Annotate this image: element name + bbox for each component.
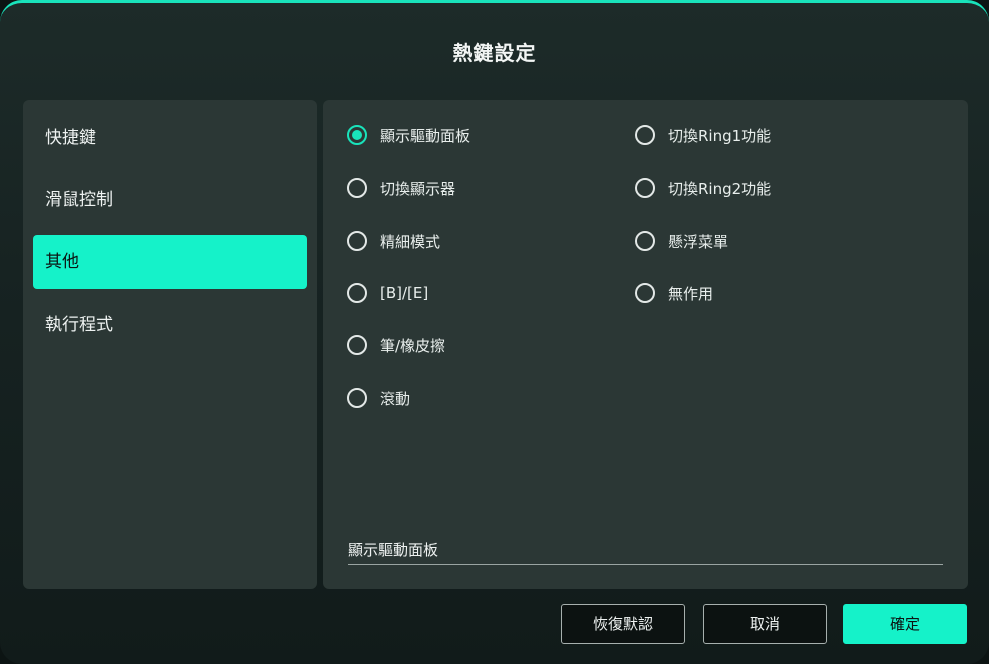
restore-default-button[interactable]: 恢復默認	[561, 604, 685, 644]
sidebar-item-mouse-control[interactable]: 滑鼠控制	[33, 173, 307, 227]
dialog-title: 熱鍵設定	[452, 41, 537, 65]
option-switch-ring2[interactable]: 切換Ring2功能	[635, 176, 771, 200]
radio-icon[interactable]	[635, 231, 655, 251]
radio-icon[interactable]	[347, 283, 367, 303]
radio-icon[interactable]	[635, 125, 655, 145]
option-label: 切換顯示器	[380, 179, 456, 198]
option-label: [B]/[E]	[380, 284, 429, 302]
radio-icon[interactable]	[635, 178, 655, 198]
sidebar-item-run-program[interactable]: 執行程式	[33, 298, 307, 352]
sidebar-item-shortcut-keys[interactable]: 快捷鍵	[33, 111, 307, 165]
cancel-button[interactable]: 取消	[703, 604, 827, 644]
option-label: 筆/橡皮擦	[380, 336, 446, 355]
option-scroll[interactable]: 滾動	[347, 386, 410, 410]
radio-icon[interactable]	[347, 335, 367, 355]
selected-action-field: 顯示驅動面板	[348, 537, 943, 565]
hotkey-settings-dialog: 熱鍵設定 快捷鍵 滑鼠控制 其他 執行程式 顯示驅動面板 切換顯示器 精細模式 …	[0, 0, 989, 664]
radio-icon[interactable]	[347, 178, 367, 198]
option-label: 精細模式	[380, 232, 441, 251]
radio-icon[interactable]	[347, 231, 367, 251]
confirm-button[interactable]: 確定	[843, 604, 967, 644]
option-switch-ring1[interactable]: 切換Ring1功能	[635, 123, 771, 147]
options-panel: 顯示驅動面板 切換顯示器 精細模式 [B]/[E] 筆/橡皮擦 滾動 切換Rin…	[323, 100, 968, 589]
radio-checked-icon[interactable]	[347, 125, 367, 145]
radio-icon[interactable]	[347, 388, 367, 408]
sidebar-item-other[interactable]: 其他	[33, 235, 307, 289]
option-label: 無作用	[668, 284, 714, 303]
option-no-action[interactable]: 無作用	[635, 281, 713, 305]
option-label: 切換Ring1功能	[668, 126, 772, 145]
option-precision-mode[interactable]: 精細模式	[347, 229, 440, 253]
category-sidebar: 快捷鍵 滑鼠控制 其他 執行程式	[23, 100, 317, 589]
option-label: 懸浮菜單	[668, 232, 729, 251]
option-switch-display[interactable]: 切換顯示器	[347, 176, 455, 200]
radio-icon[interactable]	[635, 283, 655, 303]
option-label: 切換Ring2功能	[668, 179, 772, 198]
option-label: 顯示驅動面板	[380, 126, 471, 145]
option-show-driver-panel[interactable]: 顯示驅動面板	[347, 123, 470, 147]
option-pen-eraser[interactable]: 筆/橡皮擦	[347, 333, 445, 357]
option-label: 滾動	[380, 389, 411, 408]
option-floating-menu[interactable]: 懸浮菜單	[635, 229, 728, 253]
option-b-e[interactable]: [B]/[E]	[347, 281, 428, 305]
